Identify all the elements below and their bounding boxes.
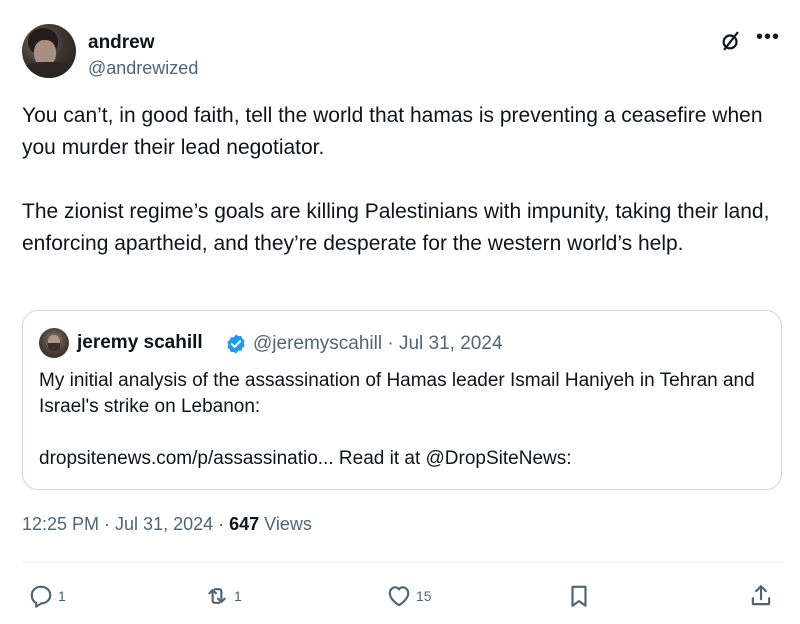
like-icon <box>388 586 410 607</box>
quoted-text-line-1: My initial analysis of the assassination… <box>39 370 755 417</box>
tweet-text: You can’t, in good faith, tell the world… <box>22 100 772 260</box>
quoted-author-name: jeremy scahill <box>77 332 203 353</box>
quoted-tweet[interactable]: jeremy scahill @jeremyscahill · Jul 31, … <box>22 310 782 490</box>
share-icon <box>751 585 771 606</box>
reply-button[interactable]: 1 <box>28 578 66 614</box>
quoted-author-avatar <box>39 328 69 358</box>
more-icon[interactable]: ••• <box>754 27 782 52</box>
author-avatar[interactable] <box>22 24 76 78</box>
share-button[interactable] <box>748 578 774 614</box>
views-label: Views <box>259 514 312 534</box>
grok-icon[interactable] <box>720 30 742 52</box>
views-count: 647 <box>229 514 260 534</box>
quoted-handle-date: @jeremyscahill · Jul 31, 2024 <box>253 333 503 354</box>
like-count: 15 <box>416 588 432 604</box>
quoted-text: My initial analysis of the assassination… <box>39 368 769 472</box>
tweet-paragraph-2: The zionist regime’s goals are killing P… <box>22 200 770 255</box>
reply-count: 1 <box>58 588 66 604</box>
action-bar: 1 1 15 <box>22 578 782 614</box>
repost-icon <box>208 588 226 604</box>
author-name[interactable]: andrew <box>88 32 155 54</box>
repost-button[interactable]: 1 <box>204 578 242 614</box>
quoted-link-text[interactable]: dropsitenews.com/p/assassinatio... Read … <box>39 446 769 472</box>
reply-icon <box>30 585 52 608</box>
repost-count: 1 <box>234 588 242 604</box>
tweet-header: andrew @andrewized ••• <box>22 24 782 84</box>
author-handle[interactable]: @andrewized <box>88 58 198 79</box>
bookmark-icon <box>571 585 587 607</box>
timestamp[interactable]: 12:25 PM · Jul 31, 2024 · <box>22 514 229 534</box>
tweet-meta: 12:25 PM · Jul 31, 2024 · 647 Views <box>22 514 312 535</box>
divider <box>22 562 782 563</box>
tweet-paragraph-1: You can’t, in good faith, tell the world… <box>22 104 763 159</box>
bookmark-button[interactable] <box>566 578 592 614</box>
like-button[interactable]: 15 <box>386 578 432 614</box>
verified-icon <box>227 334 245 354</box>
